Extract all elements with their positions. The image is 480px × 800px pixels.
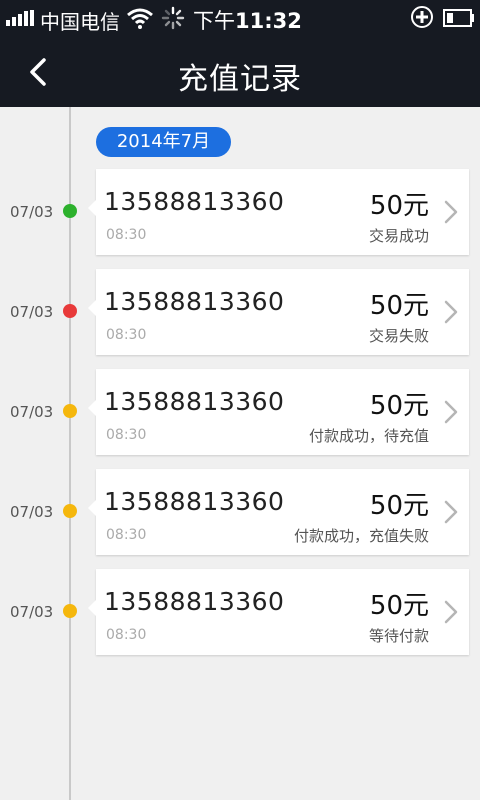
record-amount: 50元 [369, 391, 429, 421]
battery-icon [443, 9, 474, 27]
record-phone: 13588813360 [104, 187, 285, 216]
loading-icon [161, 6, 185, 30]
record-phone: 13588813360 [104, 287, 285, 316]
record-status: 交易失败 [368, 327, 429, 345]
add-circle-icon [411, 6, 433, 28]
record-date: 07/03 [10, 603, 54, 621]
status-dot [63, 404, 77, 418]
page-title: 充值记录 [178, 62, 302, 97]
status-dot [63, 504, 77, 518]
record-status: 付款成功，待充值 [308, 427, 429, 445]
record-time: 08:30 [106, 327, 147, 343]
status-dot [63, 604, 77, 618]
record-card[interactable]: 13588813360 08:30 50元交易失败 [88, 269, 469, 355]
carrier-name: 中国电信 [40, 10, 120, 34]
record-amount: 50元 [369, 191, 429, 221]
status-dot [63, 304, 77, 318]
record-phone: 13588813360 [104, 487, 285, 516]
chevron-right-icon [444, 200, 458, 224]
chevron-right-icon [444, 400, 458, 424]
record-time: 08:30 [106, 227, 147, 243]
record-amount: 50元 [369, 591, 429, 621]
record-time: 08:30 [106, 527, 147, 543]
record-card[interactable]: 13588813360 08:30 50元付款成功，充值失败 [88, 469, 469, 555]
record-date: 07/03 [10, 403, 54, 421]
record-status: 付款成功，充值失败 [293, 527, 429, 545]
record-time: 08:30 [106, 627, 147, 643]
record-date: 07/03 [10, 203, 54, 221]
status-bar: 中国电信 下午11:32 [0, 0, 480, 36]
chevron-right-icon [444, 600, 458, 624]
record-card[interactable]: 13588813360 08:30 50元等待付款 [88, 569, 469, 655]
wifi-icon [127, 8, 153, 29]
signal-icon [6, 10, 36, 26]
record-card[interactable]: 13588813360 08:30 50元付款成功，待充值 [88, 369, 469, 455]
clock: 下午11:32 [193, 9, 302, 33]
record-amount: 50元 [369, 491, 429, 521]
record-date: 07/03 [10, 303, 54, 321]
record-phone: 13588813360 [104, 587, 285, 616]
status-dot [63, 204, 77, 218]
record-status: 等待付款 [368, 627, 429, 645]
app-header: 充值记录 [0, 36, 480, 107]
month-badge: 2014年7月 [96, 127, 231, 157]
chevron-right-icon [444, 500, 458, 524]
chevron-right-icon [444, 300, 458, 324]
record-card[interactable]: 13588813360 08:30 50元交易成功 [88, 169, 469, 255]
record-status: 交易成功 [368, 227, 429, 245]
record-date: 07/03 [10, 503, 54, 521]
record-time: 08:30 [106, 427, 147, 443]
record-amount: 50元 [369, 291, 429, 321]
record-phone: 13588813360 [104, 387, 285, 416]
